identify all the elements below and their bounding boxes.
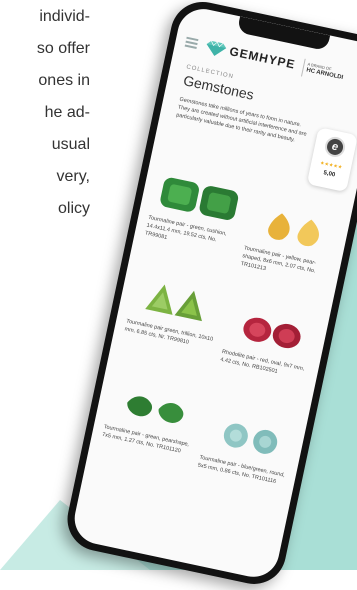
yellow-pear-gem-icon	[268, 213, 320, 247]
article-line: individ-	[39, 8, 90, 25]
product-card[interactable]: Rhodolite pair - red, oval, 9x7 mm, 4.42…	[219, 305, 321, 383]
gem-logo-icon	[206, 40, 227, 56]
product-card[interactable]: Tourmaline pair - green, pearshape, 7x5 …	[101, 380, 203, 458]
product-card[interactable]: Tourmaline pair - green, cushion, 14.4x1…	[144, 171, 248, 257]
brand-divider	[300, 58, 306, 77]
article-line: ones in	[38, 72, 90, 89]
red-oval-gem-icon	[243, 317, 301, 349]
article-line: olicy	[57, 200, 90, 217]
trusted-shops-icon: e	[323, 135, 347, 159]
product-card[interactable]: Tourmaline pair green, trillion, 10x10 m…	[124, 274, 226, 352]
article-line: so offer	[36, 40, 90, 57]
green-cushion-gem-icon	[160, 177, 239, 220]
article-line: usual	[51, 136, 90, 153]
product-card[interactable]: Tourmaline pair - yellow, pear-shaped, 8…	[240, 201, 344, 287]
hamburger-menu-icon[interactable]	[184, 36, 199, 49]
blue-round-gem-icon	[223, 423, 278, 454]
article-line: very,	[56, 168, 90, 185]
background-article-text: individ- so offer ones in he ad- usual v…	[0, 0, 150, 260]
green-pear-gem-icon	[127, 396, 184, 423]
article-line: he ad-	[44, 104, 90, 121]
product-card[interactable]: Tourmaline pair - blue/green, round, 5x5…	[197, 411, 299, 489]
brand-name[interactable]: GEMHYPE	[228, 44, 296, 72]
green-trillion-gem-icon	[145, 284, 202, 322]
